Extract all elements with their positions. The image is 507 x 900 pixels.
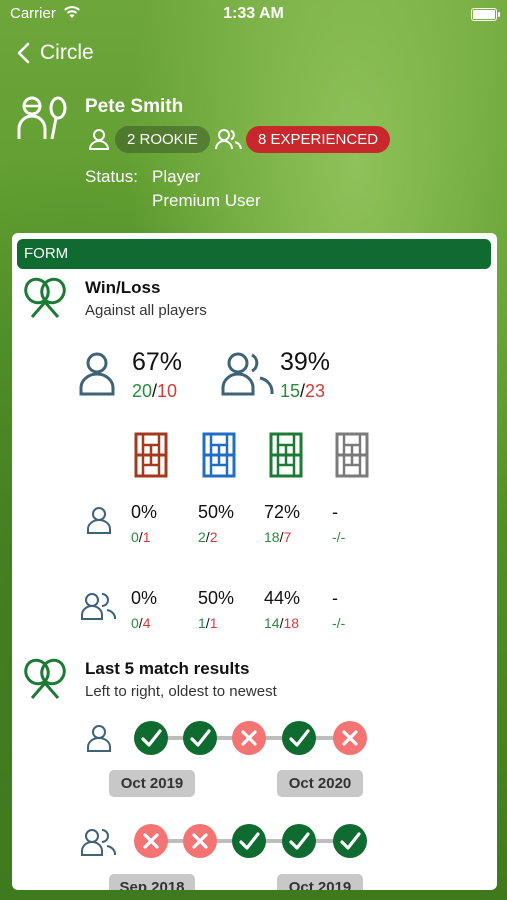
checkmark-icon [340,832,361,850]
doubles_row-court-4-losses: - [340,615,346,631]
doubles-result-2-loss[interactable] [183,824,217,858]
doubles-total-record: 15/23 [280,381,326,401]
doubles_row-court-2-wins: 1 [198,615,206,631]
singles_row-court-3-wins: 18 [264,529,280,545]
singles_row-court-1-wins: 0 [131,529,139,545]
singles_row-court-2-losses: 2 [209,529,218,545]
singles-icon [79,352,115,396]
singles-row-icon [87,507,111,534]
doubles_row-court-1-record: 0/4 [131,615,151,631]
doubles_row-court-2-record: 1/1 [198,615,218,631]
singles_row-court-4-losses: - [340,529,346,545]
doubles_row-court-3-pct: 44% [264,588,301,608]
doubles-total-wins: 15 [280,381,301,401]
winloss-title: Win/Loss [85,278,161,297]
doubles-row-icon [81,593,116,620]
doubles_row-court-3-losses: 18 [283,615,300,631]
singles_row-court-1-losses: 1 [142,529,151,545]
court-icon-1 [134,432,168,478]
last5-subtitle: Left to right, oldest to newest [85,683,277,700]
rookie-badge[interactable]: 2 ROOKIE [115,126,210,153]
rackets-icon [24,277,66,318]
rackets-icon-2 [24,658,66,699]
doubles-result-3-win[interactable] [232,824,266,858]
cross-icon [342,730,358,746]
doubles_row-court-1-pct: 0% [131,588,158,608]
singles_row-court-4-pct: - [332,502,338,522]
player-racket-icon [17,96,67,140]
doubles_row-court-3-wins: 14 [264,615,280,631]
doubles-start-date: Sep 2018 [109,874,195,890]
singles-end-date: Oct 2020 [277,770,363,797]
checkmark-icon [141,729,162,747]
clock: 1:33 AM [223,5,284,22]
singles_row-court-2-pct: 50% [198,502,235,522]
court-icon-4 [335,432,369,478]
doubles_row-court-1-wins: 0 [131,615,139,631]
singles_row-court-2-wins: 2 [198,529,206,545]
singles-total-wins: 20 [132,381,153,401]
singles-results-icon [87,725,111,752]
singles-result-5-loss[interactable] [333,721,367,755]
singles-result-3-loss[interactable] [232,721,266,755]
doubles_row-court-2-losses: 1 [209,615,218,631]
form-card: FORM Win/Loss Against all players 67% 20… [12,233,497,890]
doubles_row-court-1-losses: 4 [142,615,151,631]
winloss-subtitle: Against all players [85,302,207,319]
doubles-result-4-win[interactable] [282,824,316,858]
court-icon-2 [202,432,236,478]
status-label: Status: [85,167,138,186]
singles-result-1-win[interactable] [134,721,168,755]
singles-result-4-win[interactable] [282,721,316,755]
last5-title: Last 5 match results [85,659,250,678]
singles_row-court-1-record: 0/1 [131,529,151,545]
doubles_row-court-3-record: 14/18 [264,615,300,631]
doubles-total-losses: 23 [305,381,326,401]
checkmark-icon [289,729,310,747]
form-header: FORM [17,239,491,269]
singles-total-losses: 10 [157,381,178,401]
doubles-total-pct: 39% [280,348,331,376]
doubles-end-date: Oct 2019 [277,874,363,890]
doubles-result-1-loss[interactable] [134,824,168,858]
singles_row-court-3-record: 18/7 [264,529,292,545]
doubles-players-icon [215,129,242,150]
singles-start-date: Oct 2019 [109,770,195,797]
singles_row-court-3-losses: 7 [283,529,292,545]
cross-icon [241,730,257,746]
doubles_row-court-4-record: -/- [332,615,346,631]
doubles-icon [221,352,274,396]
singles_row-court-4-record: -/- [332,529,346,545]
singles_row-court-2-record: 2/2 [198,529,218,545]
singles_row-court-1-pct: 0% [131,502,158,522]
checkmark-icon [239,832,260,850]
cross-icon [143,833,159,849]
checkmark-icon [289,832,310,850]
singles-total-record: 20/10 [132,381,178,401]
experienced-badge[interactable]: 8 EXPERIENCED [246,126,391,153]
status-value-player: Player [152,167,201,186]
single-player-icon [88,129,110,150]
cross-icon [192,833,208,849]
doubles_row-court-2-pct: 50% [198,588,235,608]
doubles-result-5-win[interactable] [333,824,367,858]
singles_row-court-3-pct: 72% [264,502,301,522]
battery-icon [471,8,500,21]
singles-total-pct: 67% [132,348,183,376]
status-value-premium: Premium User [152,191,261,210]
chevron-left-icon [17,42,30,64]
doubles-results-icon [81,829,116,856]
back-label[interactable]: Circle [40,41,94,65]
player-name: Pete Smith [85,96,184,117]
singles-result-2-win[interactable] [183,721,217,755]
doubles_row-court-4-pct: - [332,588,338,608]
checkmark-icon [190,729,211,747]
court-icon-3 [269,432,303,478]
